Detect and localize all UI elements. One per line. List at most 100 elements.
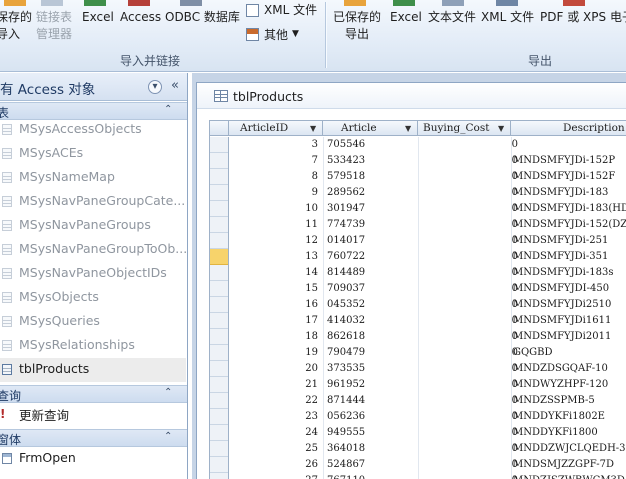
cell-articleid[interactable]: 20 bbox=[230, 361, 318, 377]
table-row[interactable]: 26 524867 0 MNDSMJZZGPF-7D bbox=[230, 457, 626, 473]
column-header-articleid[interactable]: ArticleID ▼ bbox=[230, 121, 323, 136]
record-selector[interactable] bbox=[210, 345, 228, 361]
cell-description[interactable]: MNDSMFYJDi-183 bbox=[513, 185, 626, 201]
cell-articleid[interactable]: 25 bbox=[230, 441, 318, 457]
cell-article[interactable]: 056236 bbox=[327, 409, 417, 425]
cell-article[interactable]: 414032 bbox=[327, 313, 417, 329]
cell-description[interactable]: MNDSMFYJDI-450 bbox=[513, 281, 626, 297]
cell-articleid[interactable]: 3 bbox=[230, 137, 318, 153]
table-row[interactable]: 7 533423 0 MNDSMFYJDi-152P bbox=[230, 153, 626, 169]
cell-articleid[interactable]: 22 bbox=[230, 393, 318, 409]
cell-buying-cost[interactable]: 0 bbox=[418, 201, 518, 217]
cell-description[interactable]: MNDSMFYJDi-351 bbox=[513, 249, 626, 265]
select-all-corner[interactable] bbox=[210, 121, 229, 136]
cell-buying-cost[interactable]: 0 bbox=[418, 281, 518, 297]
nav-item-table[interactable]: MSysNavPaneObjectIDs bbox=[0, 262, 186, 286]
nav-collapse-icon[interactable]: « bbox=[168, 79, 182, 94]
cell-article[interactable]: 961952 bbox=[327, 377, 417, 393]
cell-description[interactable]: MNDSMFYJDi-251 bbox=[513, 233, 626, 249]
cell-description[interactable]: MNDSMJZZGPF-7D bbox=[513, 457, 626, 473]
cell-article[interactable]: 289562 bbox=[327, 185, 417, 201]
record-selector[interactable] bbox=[210, 153, 228, 169]
cell-description[interactable]: MNDSMFYJDi-152P bbox=[513, 153, 626, 169]
cell-buying-cost[interactable]: 0 bbox=[418, 329, 518, 345]
nav-item-table[interactable]: MSysNameMap bbox=[0, 166, 186, 190]
column-header-buying-cost[interactable]: Buying_Cost ▼ bbox=[418, 121, 511, 136]
cell-description[interactable]: MNDSMFYJDi-152(DZSS bbox=[513, 217, 626, 233]
table-row[interactable]: 8 579518 0 MNDSMFYJDi-152F bbox=[230, 169, 626, 185]
cell-buying-cost[interactable]: 0 bbox=[418, 345, 518, 361]
cell-buying-cost[interactable]: 0 bbox=[418, 313, 518, 329]
record-selector[interactable] bbox=[210, 377, 228, 393]
cell-description[interactable]: MNDDZWJCLQEDH-3 bbox=[513, 441, 626, 457]
cell-buying-cost[interactable]: 0 bbox=[418, 441, 518, 457]
table-row[interactable]: 3 705546 0 bbox=[230, 137, 626, 153]
nav-item-table[interactable]: MSysNavPaneGroupCate... bbox=[0, 190, 186, 214]
table-row[interactable]: 23 056236 0 MNDDYKFi1802E bbox=[230, 409, 626, 425]
record-selector[interactable] bbox=[210, 185, 228, 201]
cell-article[interactable]: 871444 bbox=[327, 393, 417, 409]
cell-article[interactable]: 949555 bbox=[327, 425, 417, 441]
cell-article[interactable]: 579518 bbox=[327, 169, 417, 185]
record-selector[interactable] bbox=[210, 313, 228, 329]
record-selector[interactable] bbox=[210, 409, 228, 425]
cell-buying-cost[interactable]: 0 bbox=[418, 137, 518, 153]
table-row[interactable]: 10 3019470MNDSMFYJDi-183(HDY+ bbox=[230, 201, 626, 217]
cell-articleid[interactable]: 8 bbox=[230, 169, 318, 185]
nav-pane-header[interactable]: 有 Access 对象 ▾ « bbox=[0, 73, 187, 101]
table-row[interactable]: 18 862618 0 MNDSMFYJDi2011 bbox=[230, 329, 626, 345]
table-row[interactable]: 25 364018 0 MNDDZWJCLQEDH-3 bbox=[230, 441, 626, 457]
cell-articleid[interactable]: 26 bbox=[230, 457, 318, 473]
cell-article[interactable]: 814489 bbox=[327, 265, 417, 281]
cell-article[interactable]: 862618 bbox=[327, 329, 417, 345]
nav-item-table[interactable]: tblProducts bbox=[0, 358, 186, 382]
cell-articleid[interactable]: 9 bbox=[230, 185, 318, 201]
table-row[interactable]: 15 709037 0 MNDSMFYJDI-450 bbox=[230, 281, 626, 297]
record-selector[interactable] bbox=[210, 265, 228, 281]
cell-description[interactable]: GQGBD bbox=[513, 345, 626, 361]
cell-articleid[interactable]: 14 bbox=[230, 265, 318, 281]
cell-articleid[interactable]: 16 bbox=[230, 297, 318, 313]
cell-article[interactable]: 533423 bbox=[327, 153, 417, 169]
record-selector[interactable] bbox=[210, 425, 228, 441]
column-filter-dropdown-icon[interactable]: ▼ bbox=[310, 121, 316, 136]
cell-articleid[interactable]: 27 bbox=[230, 473, 318, 479]
nav-item-frmopen[interactable]: FrmOpen bbox=[0, 447, 186, 471]
nav-section-forms[interactable]: 窗体 ⌃ bbox=[0, 429, 187, 447]
cell-buying-cost[interactable]: 0 bbox=[418, 297, 518, 313]
table-row[interactable]: 13 760722 0 MNDSMFYJDi-351 bbox=[230, 249, 626, 265]
cell-article[interactable]: 014017 bbox=[327, 233, 417, 249]
table-row[interactable]: 14 814489 0 MNDSMFYJDi-183s bbox=[230, 265, 626, 281]
record-selector[interactable] bbox=[210, 249, 228, 265]
nav-menu-dropdown-icon[interactable]: ▾ bbox=[148, 80, 162, 94]
record-selector[interactable] bbox=[210, 393, 228, 409]
nav-item-table[interactable]: MSysRelationships bbox=[0, 334, 186, 358]
cell-description[interactable]: MNDZDSGQAF-10 bbox=[513, 361, 626, 377]
cell-buying-cost[interactable]: 0 bbox=[418, 409, 518, 425]
cell-description[interactable]: MNDDYKFi1802E bbox=[513, 409, 626, 425]
cell-description[interactable]: MNDSMFYJDi-152F bbox=[513, 169, 626, 185]
cell-articleid[interactable]: 12 bbox=[230, 233, 318, 249]
cell-buying-cost[interactable]: 0 bbox=[418, 233, 518, 249]
cell-description[interactable]: MNDDYKFi1800 bbox=[513, 425, 626, 441]
cell-buying-cost[interactable]: 0 bbox=[418, 217, 518, 233]
nav-section-queries[interactable]: 查询 ⌃ bbox=[0, 385, 187, 403]
table-row[interactable]: 19 790479 0 GQGBD bbox=[230, 345, 626, 361]
nav-item-table[interactable]: MSysNavPaneGroups bbox=[0, 214, 186, 238]
record-selector[interactable] bbox=[210, 297, 228, 313]
cell-description[interactable]: MNDSMFYJDi2510 bbox=[513, 297, 626, 313]
cell-article[interactable]: 045352 bbox=[327, 297, 417, 313]
cell-article[interactable]: 774739 bbox=[327, 217, 417, 233]
nav-item-table[interactable]: MSysACEs bbox=[0, 142, 186, 166]
table-row[interactable]: 21 961952 0 MNDWYZHPF-120 bbox=[230, 377, 626, 393]
table-row[interactable]: 11 7747390MNDSMFYJDi-152(DZSS bbox=[230, 217, 626, 233]
table-row[interactable]: 27 7671100MNDZJSZWBWCM3D-3 bbox=[230, 473, 626, 479]
cell-description[interactable]: MNDSMFYJDi-183(HDY+ bbox=[513, 201, 626, 217]
table-row[interactable]: 9 289562 0 MNDSMFYJDi-183 bbox=[230, 185, 626, 201]
record-selector[interactable] bbox=[210, 169, 228, 185]
table-row[interactable]: 22 871444 0 MNDZSSPMB-5 bbox=[230, 393, 626, 409]
nav-item-update-query[interactable]: ! 更新查询 bbox=[0, 402, 186, 426]
record-selector[interactable] bbox=[210, 233, 228, 249]
cell-article[interactable]: 767110 bbox=[327, 473, 417, 479]
cell-description[interactable]: MNDSMFYJDi2011 bbox=[513, 329, 626, 345]
